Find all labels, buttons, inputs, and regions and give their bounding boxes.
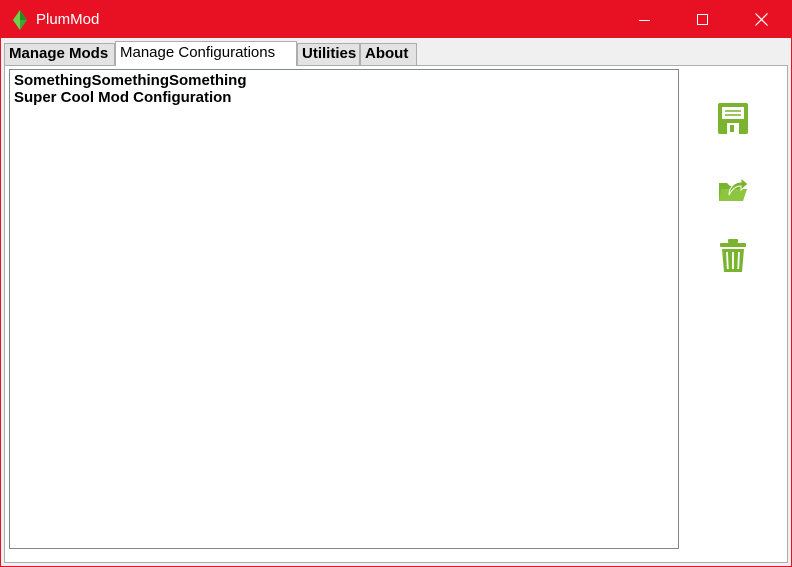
close-button[interactable] bbox=[732, 1, 790, 38]
app-window: PlumMod Manage Mods Manage Configuration… bbox=[0, 0, 792, 567]
list-item[interactable]: SomethingSomethingSomething bbox=[14, 72, 247, 89]
maximize-button[interactable] bbox=[674, 1, 732, 38]
maximize-icon bbox=[697, 13, 708, 25]
configuration-list[interactable]: SomethingSomethingSomething Super Cool M… bbox=[9, 69, 679, 549]
title-bar[interactable]: PlumMod bbox=[1, 1, 791, 38]
tab-manage-mods[interactable]: Manage Mods bbox=[4, 43, 115, 65]
list-item[interactable]: Super Cool Mod Configuration bbox=[14, 89, 231, 106]
plumbob-icon bbox=[13, 10, 27, 30]
tab-utilities[interactable]: Utilities bbox=[297, 43, 360, 65]
tab-manage-configurations[interactable]: Manage Configurations bbox=[115, 41, 297, 66]
minimize-button[interactable] bbox=[616, 1, 674, 38]
window-title: PlumMod bbox=[36, 11, 100, 28]
close-icon bbox=[754, 13, 768, 26]
minimize-icon bbox=[639, 19, 650, 21]
load-config-icon[interactable] bbox=[717, 169, 749, 205]
save-icon[interactable] bbox=[717, 101, 749, 137]
tab-about[interactable]: About bbox=[360, 43, 417, 65]
delete-icon[interactable] bbox=[717, 238, 749, 274]
configurations-panel: SomethingSomethingSomething Super Cool M… bbox=[4, 65, 788, 563]
